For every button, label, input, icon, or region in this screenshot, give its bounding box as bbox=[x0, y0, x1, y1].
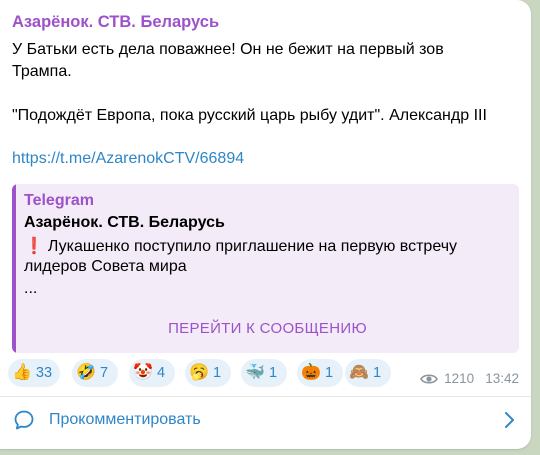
reaction-count: 4 bbox=[157, 365, 166, 381]
reaction-count: 1 bbox=[373, 365, 382, 381]
quote-text: Лукашенко поступило приглашение на перву… bbox=[47, 238, 458, 255]
comments-button[interactable]: Прокомментировать bbox=[0, 397, 531, 449]
quote-text-line: лидеров Совета мира bbox=[24, 258, 187, 275]
reaction-whale[interactable]: 🐳 1 bbox=[241, 359, 287, 387]
quote-title: Азарёнок. СТВ. Беларусь bbox=[24, 214, 225, 231]
exclamation-icon: ❗ bbox=[24, 238, 44, 255]
reaction-count: 1 bbox=[325, 365, 334, 381]
rolling-laughing-icon: 🤣 bbox=[76, 364, 96, 381]
chevron-right-icon bbox=[505, 412, 514, 428]
thumbs-up-icon: 👍 bbox=[12, 364, 32, 381]
message-text-line: У Батьки есть дела поважнее! Он не бежит… bbox=[12, 41, 444, 58]
quote-source: Telegram bbox=[24, 192, 94, 209]
eye-icon bbox=[420, 373, 439, 384]
comment-icon bbox=[14, 410, 34, 430]
view-count: 1210 bbox=[444, 371, 475, 386]
channel-name[interactable]: Азарёнок. СТВ. Беларусь bbox=[12, 13, 219, 32]
message-text-line: "Подождёт Европа, пока русский царь рыбу… bbox=[12, 107, 487, 124]
message-link[interactable]: https://t.me/AzarenokCTV/66894 bbox=[12, 150, 244, 168]
quote-ellipsis: ... bbox=[24, 280, 38, 297]
message-text-line: Трампа. bbox=[12, 63, 72, 80]
quote-text-line: ❗ Лукашенко поступило приглашение на перв… bbox=[24, 236, 457, 256]
timestamp: 13:42 bbox=[485, 371, 519, 386]
reaction-count: 7 bbox=[100, 365, 109, 381]
forwarded-quote[interactable]: Telegram Азарёнок. СТВ. Беларусь ❗ Лукаше… bbox=[12, 184, 519, 353]
whale-icon: 🐳 bbox=[245, 364, 265, 381]
reaction-clown[interactable]: 🤡 4 bbox=[129, 359, 175, 387]
yawning-face-icon: 🥱 bbox=[189, 364, 209, 381]
go-to-message-button[interactable]: ПЕРЕЙТИ К СООБЩЕНИЮ bbox=[16, 312, 519, 346]
message-bubble: Азарёнок. СТВ. Беларусь У Батьки есть де… bbox=[0, 0, 531, 449]
reaction-monkey[interactable]: 🙈 1 bbox=[345, 359, 391, 387]
reaction-rolling-laughing[interactable]: 🤣 7 bbox=[72, 359, 118, 387]
reaction-count: 1 bbox=[269, 365, 278, 381]
see-no-evil-monkey-icon: 🙈 bbox=[349, 364, 369, 381]
message-meta: 1210 13:42 bbox=[420, 371, 519, 386]
pumpkin-icon: 🎃 bbox=[301, 364, 321, 381]
reaction-yawning[interactable]: 🥱 1 bbox=[185, 359, 231, 387]
reaction-count: 1 bbox=[213, 365, 222, 381]
clown-icon: 🤡 bbox=[133, 364, 153, 381]
reaction-count: 33 bbox=[35, 365, 53, 381]
comment-label: Прокомментировать bbox=[49, 411, 201, 428]
reaction-pumpkin[interactable]: 🎃 1 bbox=[297, 359, 343, 387]
reaction-thumbs-up[interactable]: 👍 33 bbox=[8, 359, 60, 387]
